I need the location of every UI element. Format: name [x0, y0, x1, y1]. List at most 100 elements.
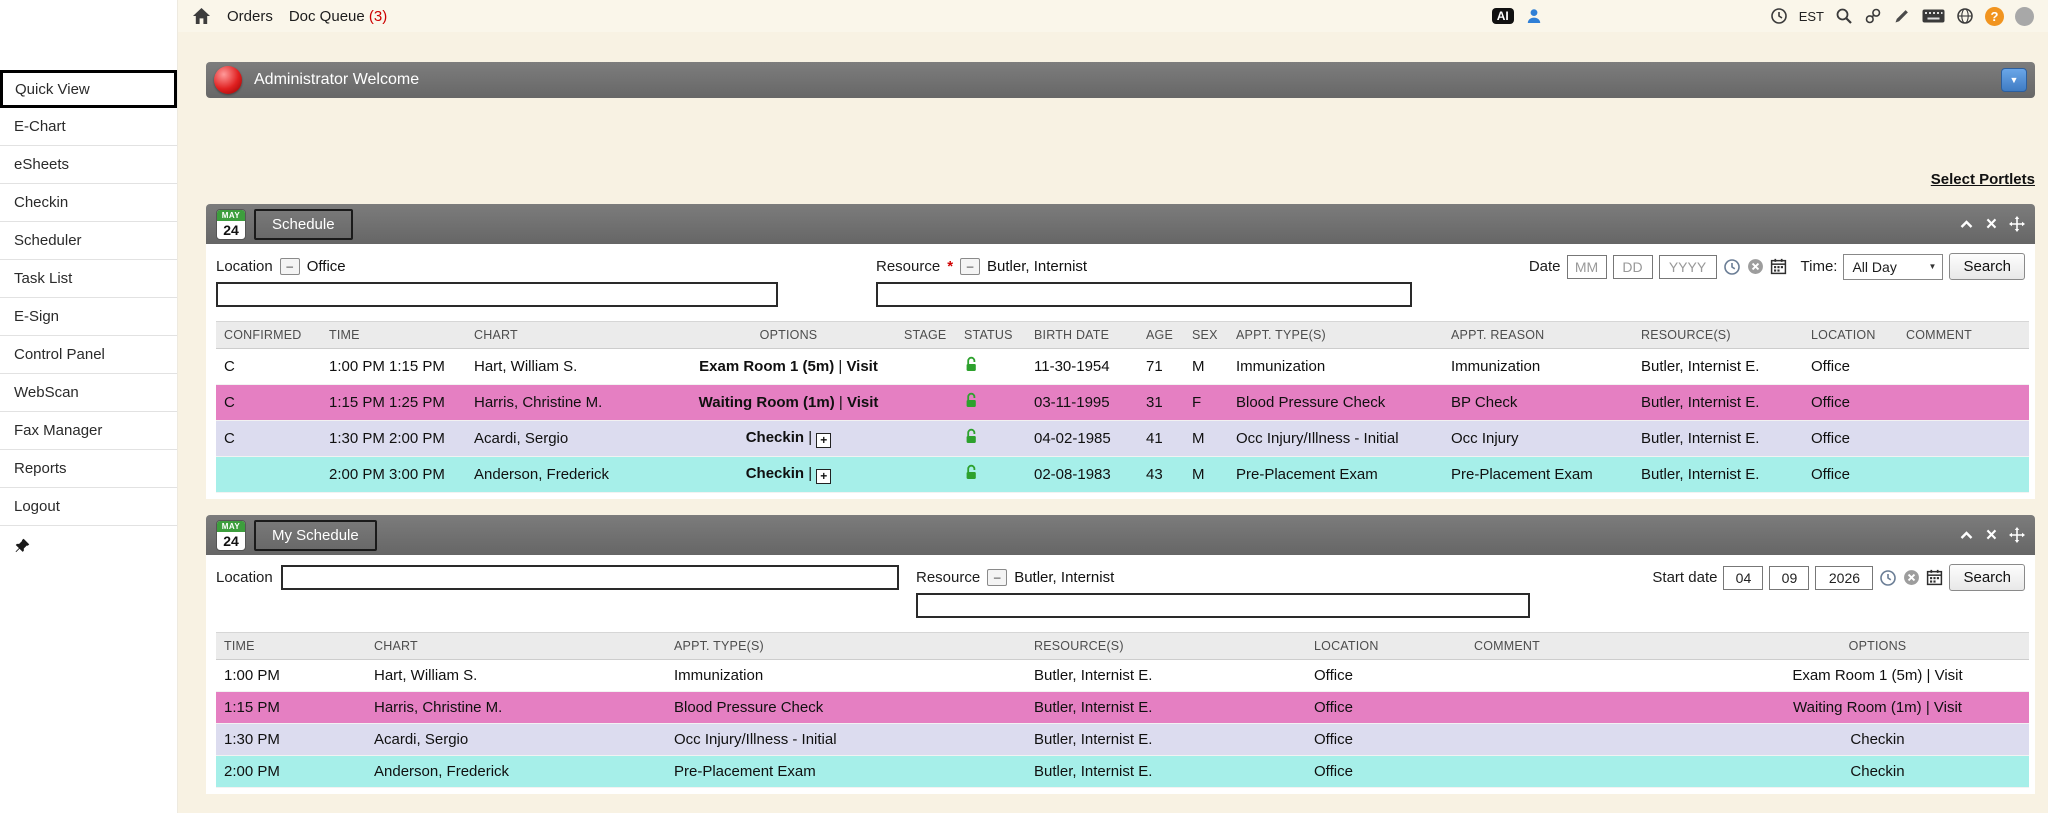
column-header-comment: COMMENT — [1898, 322, 2029, 349]
select-portlets-link[interactable]: Select Portlets — [1931, 171, 2035, 188]
time-select[interactable]: All Day ▼ — [1843, 254, 1943, 280]
time-picker-icon[interactable] — [1879, 569, 1897, 587]
option-link[interactable]: Visit — [1935, 667, 1963, 684]
option-link[interactable]: Checkin — [746, 465, 804, 482]
cell-status — [956, 385, 1026, 421]
welcome-collapse-button[interactable]: ▼ — [2001, 68, 2027, 92]
sidebar-item-checkin[interactable]: Checkin — [0, 184, 177, 222]
unlock-icon[interactable] — [964, 356, 979, 373]
option-link[interactable]: Checkin — [1850, 763, 1904, 780]
sidebar-item-quick-view[interactable]: Quick View — [0, 70, 177, 108]
resource-collapse-button[interactable]: – — [987, 569, 1007, 586]
unlock-icon[interactable] — [964, 464, 979, 481]
sidebar-item-task-list[interactable]: Task List — [0, 260, 177, 298]
sidebar-item-fax-manager[interactable]: Fax Manager — [0, 412, 177, 450]
resource-label: Resource — [876, 258, 940, 275]
cell-birth_date: 03-11-1995 — [1026, 385, 1138, 421]
home-icon[interactable] — [192, 7, 211, 25]
sidebar-item-esheets[interactable]: eSheets — [0, 146, 177, 184]
cell-comment — [1466, 724, 1726, 756]
start-date-year-input[interactable] — [1815, 566, 1873, 590]
cell-appt_reason: BP Check — [1443, 385, 1633, 421]
doc-queue-link[interactable]: Doc Queue (3) — [289, 8, 387, 25]
edit-pencil-icon[interactable] — [1893, 7, 1911, 25]
clock-icon[interactable] — [1770, 7, 1788, 25]
resource-collapse-button[interactable]: – — [960, 258, 980, 275]
expand-plus-icon[interactable]: + — [816, 469, 831, 484]
my-schedule-search-button[interactable]: Search — [1949, 564, 2025, 591]
calendar-picker-icon[interactable] — [1770, 258, 1787, 275]
option-link[interactable]: Exam Room 1 (5m) — [1792, 667, 1922, 684]
resource-search-input[interactable] — [916, 593, 1530, 618]
sidebar-item-webscan[interactable]: WebScan — [0, 374, 177, 412]
sidebar-item-scheduler[interactable]: Scheduler — [0, 222, 177, 260]
sidebar-item-reports[interactable]: Reports — [0, 450, 177, 488]
collapse-portlet-icon[interactable] — [1959, 530, 1974, 540]
start-date-month-input[interactable] — [1723, 566, 1763, 590]
location-collapse-button[interactable]: – — [280, 258, 300, 275]
calendar-picker-icon[interactable] — [1926, 569, 1943, 586]
option-link[interactable]: Waiting Room (1m) — [1793, 699, 1922, 716]
expand-plus-icon[interactable]: + — [816, 433, 831, 448]
cell-birth_date: 04-02-1985 — [1026, 421, 1138, 457]
option-link[interactable]: Waiting Room (1m) — [699, 394, 835, 411]
close-portlet-icon[interactable]: × — [1986, 215, 1997, 234]
cell-appt_type: Pre-Placement Exam — [1228, 457, 1443, 493]
cell-chart: Anderson, Frederick — [366, 756, 666, 788]
link-icon[interactable] — [1864, 7, 1882, 25]
cell-appt_type: Occ Injury/Illness - Initial — [666, 724, 1026, 756]
sidebar-item-e-sign[interactable]: E-Sign — [0, 298, 177, 336]
orders-link[interactable]: Orders — [227, 8, 273, 25]
collapse-portlet-icon[interactable] — [1959, 219, 1974, 229]
option-link[interactable]: Exam Room 1 (5m) — [699, 358, 834, 375]
table-row[interactable]: 1:15 PMHarris, Christine M.Blood Pressur… — [216, 692, 2029, 724]
option-link[interactable]: Visit — [846, 358, 877, 375]
timezone-label: EST — [1799, 9, 1824, 24]
clear-date-icon[interactable] — [1747, 258, 1764, 275]
option-link[interactable]: Checkin — [1850, 731, 1904, 748]
search-icon[interactable] — [1835, 7, 1853, 25]
unlock-icon[interactable] — [964, 392, 979, 409]
location-search-input[interactable] — [216, 282, 778, 307]
cell-status — [956, 421, 1026, 457]
option-link[interactable]: Checkin — [746, 429, 804, 446]
date-month-input[interactable] — [1567, 255, 1607, 279]
location-search-input[interactable] — [281, 565, 899, 590]
clear-date-icon[interactable] — [1903, 569, 1920, 586]
unlock-icon[interactable] — [964, 428, 979, 445]
move-portlet-icon[interactable] — [2009, 527, 2025, 543]
cell-comment — [1898, 421, 2029, 457]
time-picker-icon[interactable] — [1723, 258, 1741, 276]
table-row[interactable]: C1:30 PM 2:00 PMAcardi, SergioCheckin | … — [216, 421, 2029, 457]
time-label: Time: — [1801, 258, 1838, 275]
cell-options: Exam Room 1 (5m) | Visit — [681, 349, 896, 385]
cell-comment — [1466, 756, 1726, 788]
table-row[interactable]: 2:00 PM 3:00 PMAnderson, FrederickChecki… — [216, 457, 2029, 493]
date-year-input[interactable] — [1659, 255, 1717, 279]
globe-icon[interactable] — [1956, 7, 1974, 25]
start-date-day-input[interactable] — [1769, 566, 1809, 590]
pin-icon[interactable] — [0, 526, 177, 558]
close-portlet-icon[interactable]: × — [1986, 526, 1997, 545]
option-link[interactable]: Visit — [847, 394, 878, 411]
table-row[interactable]: 2:00 PMAnderson, FrederickPre-Placement … — [216, 756, 2029, 788]
table-row[interactable]: C1:00 PM 1:15 PMHart, William S.Exam Roo… — [216, 349, 2029, 385]
calendar-day: 24 — [217, 221, 245, 239]
sidebar-item-logout[interactable]: Logout — [0, 488, 177, 526]
schedule-portlet-header: MAY 24 Schedule × — [206, 204, 2035, 244]
help-icon[interactable]: ? — [1985, 7, 2004, 26]
user-icon[interactable] — [1525, 7, 1543, 25]
keyboard-icon[interactable] — [1922, 9, 1945, 23]
ai-badge[interactable]: AI — [1492, 8, 1514, 24]
resource-search-input[interactable] — [876, 282, 1412, 307]
table-row[interactable]: C1:15 PM 1:25 PMHarris, Christine M.Wait… — [216, 385, 2029, 421]
date-day-input[interactable] — [1613, 255, 1653, 279]
move-portlet-icon[interactable] — [2009, 216, 2025, 232]
option-link[interactable]: Visit — [1934, 699, 1962, 716]
sidebar-item-control-panel[interactable]: Control Panel — [0, 336, 177, 374]
table-row[interactable]: 1:00 PMHart, William S.ImmunizationButle… — [216, 660, 2029, 692]
schedule-search-button[interactable]: Search — [1949, 253, 2025, 280]
sidebar-item-e-chart[interactable]: E-Chart — [0, 108, 177, 146]
cell-confirmed: C — [216, 349, 321, 385]
table-row[interactable]: 1:30 PMAcardi, SergioOcc Injury/Illness … — [216, 724, 2029, 756]
